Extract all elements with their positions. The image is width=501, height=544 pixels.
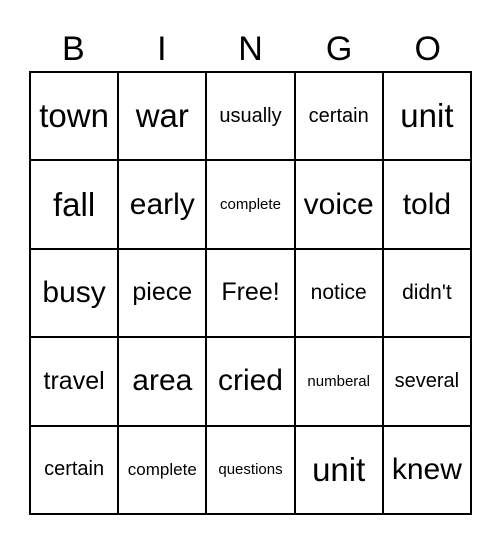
bingo-cell[interactable]: early <box>118 160 207 249</box>
bingo-cell[interactable]: area <box>118 337 207 426</box>
header-letter-b: B <box>61 30 85 68</box>
bingo-cell[interactable]: told <box>382 160 471 249</box>
bingo-cell[interactable]: unit <box>382 72 471 161</box>
bingo-cell[interactable]: numberal <box>294 337 383 426</box>
bingo-cell[interactable]: didn't <box>382 248 471 338</box>
bingo-cell[interactable]: war <box>118 72 207 161</box>
header-letter-i: I <box>157 30 167 68</box>
bingo-cell[interactable]: questions <box>206 425 295 514</box>
free-space-cell[interactable]: Free! <box>206 248 295 338</box>
bingo-cell[interactable]: knew <box>382 425 471 514</box>
bingo-cell[interactable]: voice <box>294 160 383 249</box>
bingo-cell[interactable]: town <box>30 72 119 161</box>
bingo-cell[interactable]: certain <box>294 72 383 161</box>
header-letter-n: N <box>238 30 263 68</box>
bingo-cell[interactable]: complete <box>118 425 207 514</box>
bingo-cell[interactable]: unit <box>294 425 383 514</box>
header-letter-g: G <box>325 30 353 68</box>
bingo-cell[interactable]: certain <box>30 425 119 514</box>
bingo-header: B I N G O <box>29 28 472 70</box>
bingo-cell[interactable]: piece <box>118 248 207 338</box>
bingo-cell[interactable]: complete <box>206 160 295 249</box>
bingo-cell[interactable]: notice <box>294 248 383 338</box>
header-letter-o: O <box>414 30 441 68</box>
bingo-cell[interactable]: several <box>382 337 471 426</box>
bingo-card-grid: town war usually certain unit fall early… <box>29 71 472 515</box>
bingo-cell[interactable]: busy <box>30 248 119 338</box>
bingo-cell[interactable]: fall <box>30 160 119 249</box>
bingo-cell[interactable]: travel <box>30 337 119 426</box>
bingo-cell[interactable]: cried <box>206 337 295 426</box>
bingo-cell[interactable]: usually <box>206 72 295 161</box>
